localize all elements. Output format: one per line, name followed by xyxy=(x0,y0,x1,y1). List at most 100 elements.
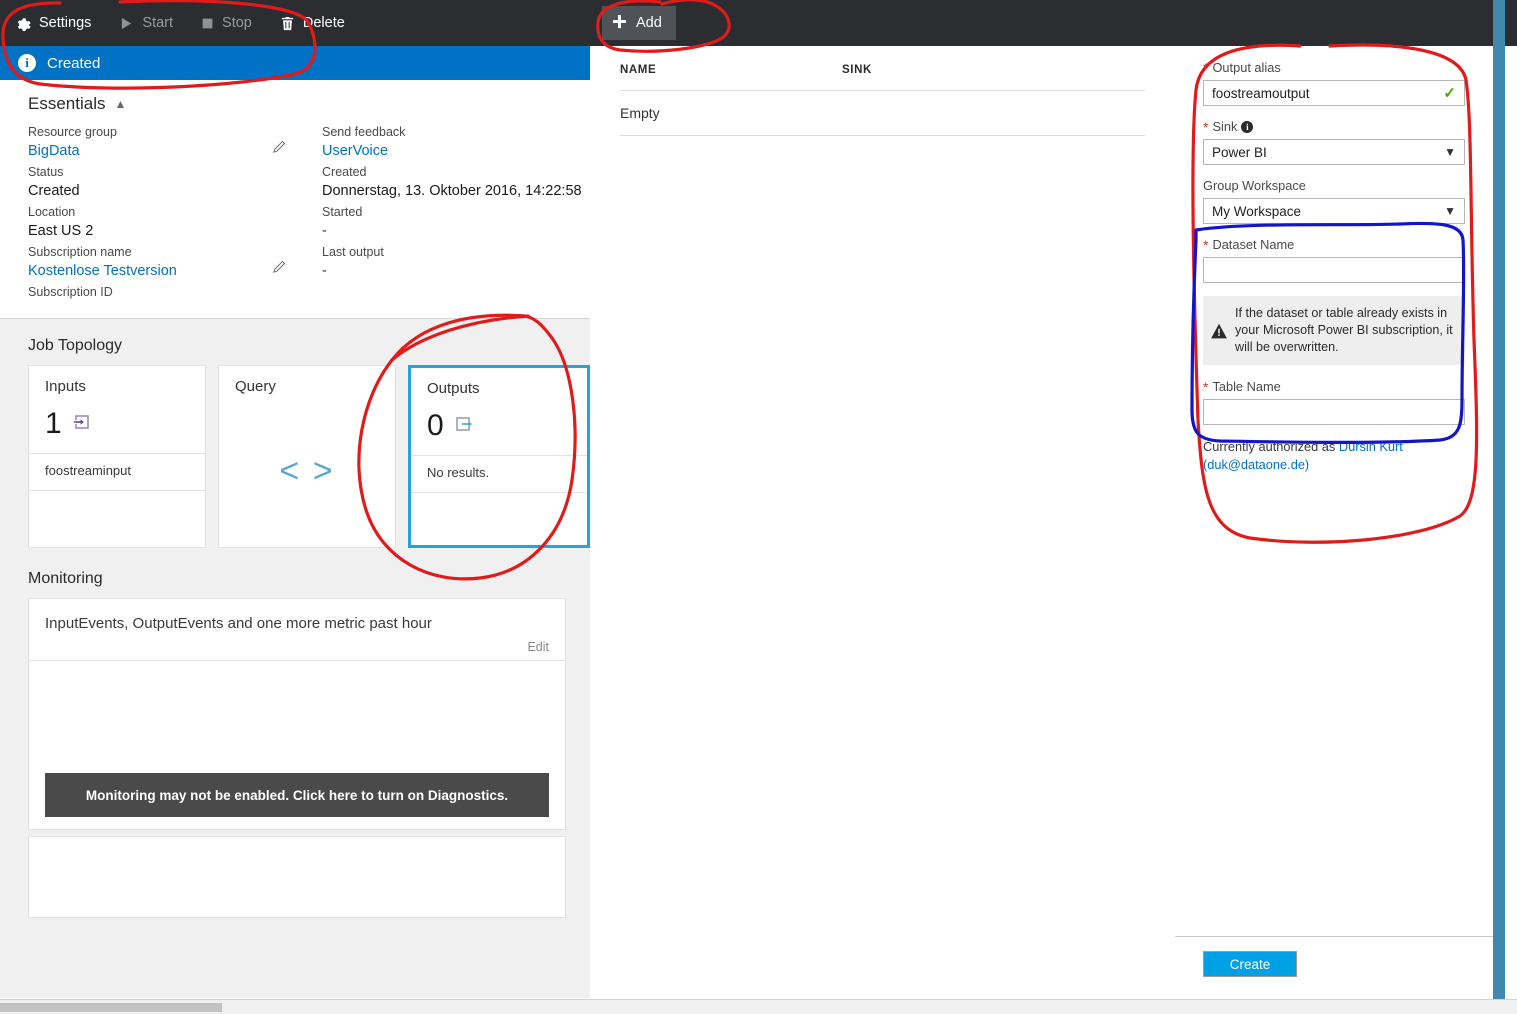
add-label: Add xyxy=(636,15,662,31)
edit-pencil-icon[interactable] xyxy=(272,259,287,279)
status-banner-text: Created xyxy=(47,55,100,72)
row-cell-name: Empty xyxy=(620,105,842,121)
overwrite-warning: If the dataset or table already exists i… xyxy=(1203,296,1465,365)
created-value: Donnerstag, 13. Oktober 2016, 14:22:58 xyxy=(322,181,590,201)
authorized-user-link[interactable]: Dürsin Kurt xyxy=(1339,439,1403,454)
tile-outputs[interactable]: Outputs 0 No results. xyxy=(408,365,590,548)
vertical-scrollbar[interactable] xyxy=(1493,0,1505,1000)
field-output-alias: * Output alias foostreamoutput ✓ xyxy=(1203,60,1465,106)
job-topology-tiles: Inputs 1 foostreaminput xyxy=(0,365,590,548)
trash-icon xyxy=(280,16,295,31)
stop-square-icon xyxy=(201,17,214,30)
code-brackets-icon: < > xyxy=(219,395,395,547)
sink-dropdown[interactable]: Power BI ▼ xyxy=(1203,139,1465,165)
sink-label: * Sink i xyxy=(1203,119,1465,134)
gear-icon xyxy=(14,15,31,32)
group-workspace-dropdown[interactable]: My Workspace ▼ xyxy=(1203,198,1465,224)
field-label: Location xyxy=(28,204,296,221)
tile-outputs-footer xyxy=(411,492,587,545)
tile-query[interactable]: Query < > xyxy=(218,365,396,548)
essentials-header[interactable]: Essentials ▲ xyxy=(0,80,590,124)
check-icon: ✓ xyxy=(1443,84,1456,102)
input-arrow-icon xyxy=(72,412,92,437)
table-row[interactable]: Empty xyxy=(620,91,1145,136)
label-text: Output alias xyxy=(1212,60,1280,75)
chevron-down-icon: ▼ xyxy=(1444,145,1456,159)
authorized-email-link[interactable]: (duk@dataone.de) xyxy=(1203,457,1309,472)
authorization-note: Currently authorized as Dürsin Kurt (duk… xyxy=(1203,438,1465,474)
diagnostics-banner[interactable]: Monitoring may not be enabled. Click her… xyxy=(45,773,549,817)
job-topology-title: Job Topology xyxy=(0,331,590,365)
tile-inputs-count: 1 xyxy=(45,409,62,439)
column-header-name: NAME xyxy=(620,64,842,76)
horizontal-scrollbar-track[interactable] xyxy=(0,999,1517,1014)
new-output-form: * Output alias foostreamoutput ✓ * Sink … xyxy=(1175,46,1493,474)
label-text: Table Name xyxy=(1212,379,1280,394)
dataset-name-label: * Dataset Name xyxy=(1203,237,1465,252)
field-label: Last output xyxy=(322,244,590,261)
tile-outputs-subtext: No results. xyxy=(411,455,587,492)
monitoring-edit-link[interactable]: Edit xyxy=(527,640,549,654)
chevron-up-icon: ▲ xyxy=(114,98,126,110)
create-action-bar: Create xyxy=(1175,936,1494,999)
tile-inputs-footer xyxy=(29,490,205,547)
horizontal-scrollbar-thumb[interactable] xyxy=(0,1003,222,1012)
settings-button[interactable]: Settings xyxy=(0,0,105,46)
output-alias-value: foostreamoutput xyxy=(1212,86,1310,101)
output-alias-input[interactable]: foostreamoutput ✓ xyxy=(1203,80,1465,106)
subscription-name-link[interactable]: Kostenlose Testversion xyxy=(28,261,296,281)
label-text: Sink xyxy=(1212,119,1237,134)
tile-inputs-title: Inputs xyxy=(29,366,205,395)
essentials-field: Send feedback UserVoice xyxy=(322,124,590,161)
outputs-table: NAME SINK Empty xyxy=(590,46,1175,136)
azure-portal-screen: Settings Start Stop Delete foostream xyxy=(0,0,1517,1014)
add-output-button[interactable]: Add xyxy=(602,6,676,40)
last-output-value: - xyxy=(322,261,590,281)
resource-group-link[interactable]: BigData xyxy=(28,141,296,161)
field-label: Send feedback xyxy=(322,124,590,141)
label-text: Group Workspace xyxy=(1203,178,1306,193)
chevron-down-icon: ▼ xyxy=(1444,204,1456,218)
table-name-label: * Table Name xyxy=(1203,379,1465,394)
table-name-input[interactable] xyxy=(1203,399,1465,425)
essentials-field: Subscription ID xyxy=(28,284,296,301)
tile-inputs[interactable]: Inputs 1 foostreaminput xyxy=(28,365,206,548)
status-banner[interactable]: i Created xyxy=(0,46,590,80)
label-text: Dataset Name xyxy=(1212,237,1294,252)
field-dataset-name: * Dataset Name xyxy=(1203,237,1465,283)
essentials-field: Status Created xyxy=(28,164,296,201)
plus-icon xyxy=(612,14,627,33)
stop-button[interactable]: Stop xyxy=(187,0,266,46)
delete-button[interactable]: Delete xyxy=(266,0,359,46)
required-asterisk: * xyxy=(1203,61,1208,75)
essentials-title: Essentials xyxy=(28,94,105,114)
essentials-left-column: Resource group BigData Status Created Lo… xyxy=(28,124,296,304)
edit-pencil-icon[interactable] xyxy=(272,139,287,159)
monitoring-secondary-card[interactable] xyxy=(28,836,566,918)
dataset-name-input[interactable] xyxy=(1203,257,1465,283)
job-command-bar: Settings Start Stop Delete xyxy=(0,0,590,46)
blade-content-area: Job Topology Inputs 1 xyxy=(0,319,590,998)
output-arrow-icon xyxy=(454,414,474,439)
essentials-field: Resource group BigData xyxy=(28,124,296,161)
job-overview-blade: i Created Essentials ▲ Resource group Bi… xyxy=(0,46,591,998)
monitoring-card[interactable]: InputEvents, OutputEvents and one more m… xyxy=(28,598,566,830)
uservoice-link[interactable]: UserVoice xyxy=(322,141,590,161)
info-circle-icon: i xyxy=(18,54,36,72)
overwrite-warning-text: If the dataset or table already exists i… xyxy=(1235,296,1465,365)
outputs-list-blade: NAME SINK Empty xyxy=(590,46,1176,998)
stop-label: Stop xyxy=(222,15,252,31)
essentials-field: Location East US 2 xyxy=(28,204,296,241)
start-button[interactable]: Start xyxy=(105,0,187,46)
play-icon xyxy=(119,16,134,31)
warning-triangle-icon xyxy=(1203,296,1235,365)
essentials-field: Started - xyxy=(322,204,590,241)
tile-inputs-subtext: foostreaminput xyxy=(29,453,205,490)
create-button[interactable]: Create xyxy=(1203,951,1297,977)
field-label: Status xyxy=(28,164,296,181)
field-label: Started xyxy=(322,204,590,221)
field-sink: * Sink i Power BI ▼ xyxy=(1203,119,1465,165)
info-icon[interactable]: i xyxy=(1241,121,1253,133)
delete-label: Delete xyxy=(303,15,345,31)
output-alias-label: * Output alias xyxy=(1203,60,1465,75)
